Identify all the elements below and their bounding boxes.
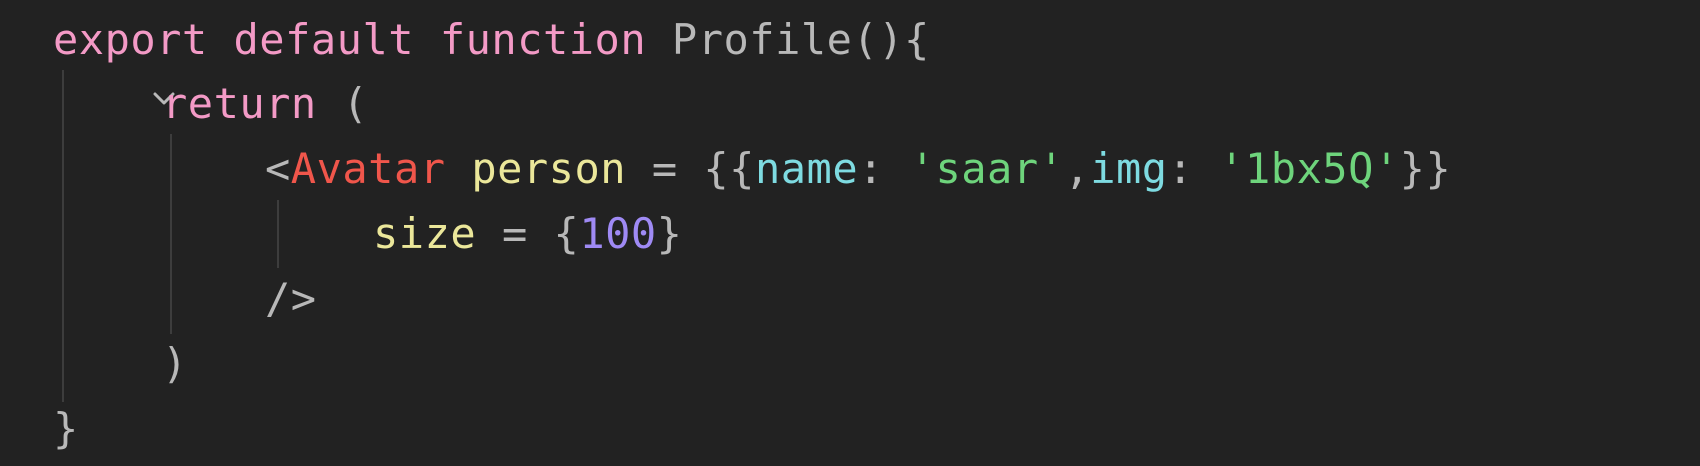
open-braces: {{ <box>703 144 755 193</box>
keyword-export: export <box>53 15 208 64</box>
code-line-5[interactable]: /> <box>265 266 317 331</box>
keyword-function: function <box>439 15 647 64</box>
indent-guide <box>277 200 279 268</box>
property-name-key: name <box>754 144 859 193</box>
function-name: Profile <box>671 15 853 64</box>
close-paren: ) <box>162 339 188 388</box>
indent-guide <box>62 70 64 402</box>
open-paren: ( <box>342 79 369 128</box>
jsx-tag-name: Avatar <box>290 144 446 193</box>
property-img-key: img <box>1090 144 1168 193</box>
indent-guide <box>170 134 172 334</box>
code-line-7[interactable]: } <box>53 396 79 461</box>
jsx-self-close: /> <box>265 274 317 323</box>
jsx-open-angle: < <box>265 144 291 193</box>
colon: : <box>858 144 910 193</box>
jsx-attribute-size: size <box>373 209 477 258</box>
close-brace: } <box>656 209 683 258</box>
code-line-1[interactable]: export default function Profile(){ <box>53 7 930 72</box>
close-braces: }} <box>1399 144 1452 193</box>
code-line-4[interactable]: size = {100} <box>373 201 682 266</box>
equals-sign: = <box>626 144 704 193</box>
close-brace: } <box>53 404 79 453</box>
string-name-value: 'saar' <box>909 144 1065 193</box>
jsx-attribute-person: person <box>471 144 627 193</box>
function-parens-brace: (){ <box>852 15 930 64</box>
comma: , <box>1064 144 1091 193</box>
code-line-6[interactable]: ) <box>162 331 188 396</box>
colon: : <box>1167 144 1220 193</box>
keyword-return: return <box>162 79 317 128</box>
string-img-value: '1bx5Q' <box>1219 144 1400 193</box>
keyword-default: default <box>233 15 415 64</box>
code-line-3[interactable]: <Avatar person = {{name: 'saar',img: '1b… <box>265 136 1451 201</box>
number-literal: 100 <box>579 209 657 258</box>
code-line-2[interactable]: return ( <box>162 71 368 136</box>
equals-sign: = <box>476 209 554 258</box>
code-editor[interactable]: export default function Profile(){ retur… <box>0 0 1700 466</box>
open-brace: { <box>553 209 580 258</box>
